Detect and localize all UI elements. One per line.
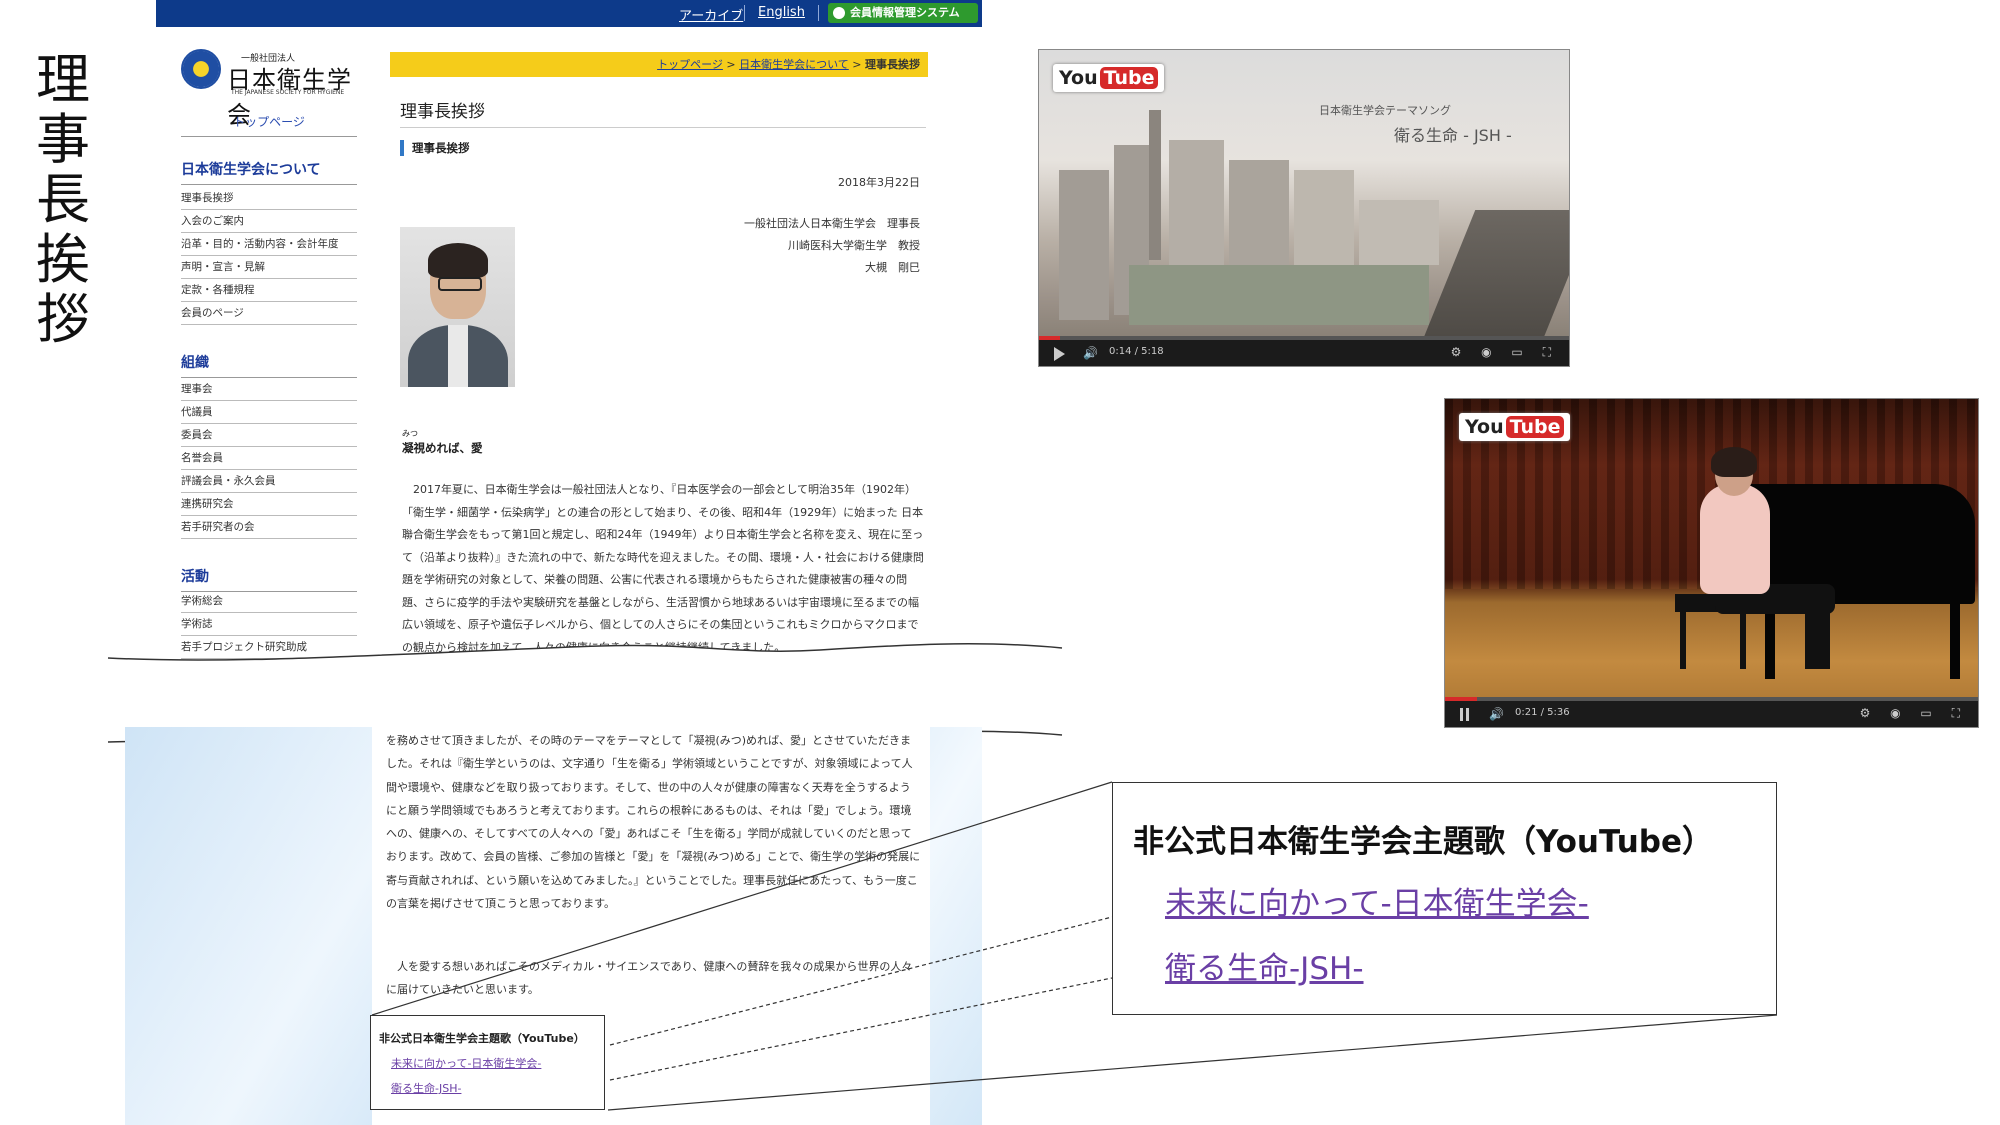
youtube-video-2[interactable]: You Tube 🔊 0:21 / 5:36 ⚙ ◉ ▭ ⛶ <box>1444 398 1979 728</box>
youtube-video-1[interactable]: You Tube 日本衛生学会テーマソング 衛る生命 - JSH - 🔊 0:14… <box>1038 49 1570 367</box>
video-controls: 🔊 0:14 / 5:18 ⚙ ◉ ▭ ⛶ <box>1039 340 1569 366</box>
video-controls: 🔊 0:21 / 5:36 ⚙ ◉ ▭ ⛶ <box>1445 701 1978 727</box>
video-time: 0:14 / 5:18 <box>1109 346 1164 357</box>
player-settings-icons[interactable]: ⚙ ◉ ▭ ⛶ <box>1451 345 1559 360</box>
pause-icon[interactable] <box>1460 708 1469 721</box>
song-links-callout: 非公式日本衛生学会主題歌（YouTube） 未来に向かって-日本衛生学会- 衛る… <box>1112 782 1777 1015</box>
video-time: 0:21 / 5:36 <box>1515 707 1570 718</box>
video-overlay-caption: 日本衛生学会テーマソング <box>1319 104 1451 117</box>
youtube-logo-icon: You Tube <box>1053 64 1165 92</box>
pianist <box>1700 484 1770 594</box>
road-scene <box>1422 210 1569 340</box>
player-settings-icons[interactable]: ⚙ ◉ ▭ ⛶ <box>1860 706 1968 721</box>
volume-icon[interactable]: 🔊 <box>1083 346 1098 360</box>
callout-link-mamoru[interactable]: 衛る生命-JSH- <box>1165 943 1364 988</box>
play-icon[interactable] <box>1054 347 1065 361</box>
callout-title: 非公式日本衛生学会主題歌（YouTube） <box>1133 824 1713 860</box>
youtube-logo-icon: You Tube <box>1459 413 1571 441</box>
volume-icon[interactable]: 🔊 <box>1489 707 1504 721</box>
video-overlay-title: 衛る生命 - JSH - <box>1394 126 1512 145</box>
callout-link-mirai[interactable]: 未来に向かって-日本衛生学会- <box>1165 878 1589 923</box>
